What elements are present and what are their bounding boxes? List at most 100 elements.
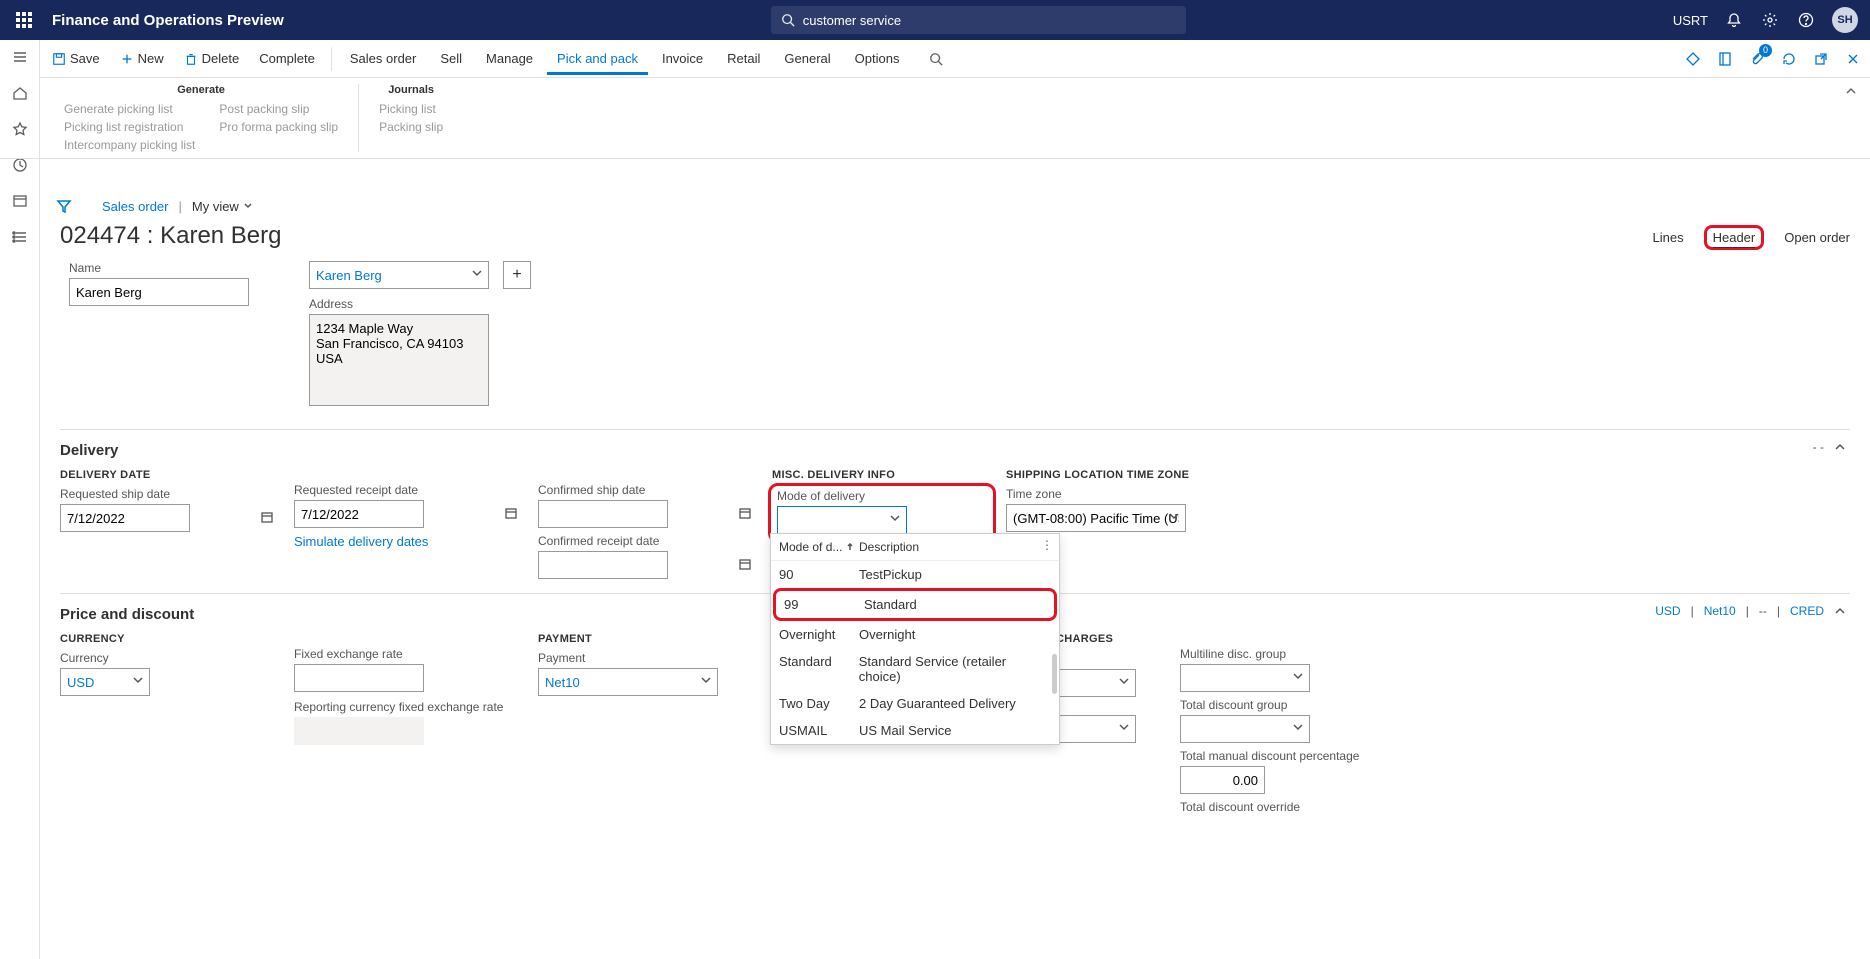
multiline-disc-label: Multiline disc. group (1180, 647, 1400, 661)
workspace-icon[interactable] (11, 192, 29, 210)
calendar-icon[interactable] (738, 557, 752, 571)
popout-icon[interactable] (1812, 50, 1830, 68)
summary-cred: CRED (1790, 604, 1824, 618)
timezone-label: Time zone (1006, 487, 1226, 501)
confirmed-ship-date-label: Confirmed ship date (538, 483, 758, 497)
global-search[interactable] (771, 6, 1186, 34)
currency-label: Currency (60, 651, 280, 665)
ribbon-journal-packing-slip[interactable]: Packing slip (379, 120, 443, 134)
payment-input[interactable] (538, 668, 718, 696)
diamond-icon[interactable] (1684, 50, 1702, 68)
tab-general[interactable]: General (774, 42, 840, 75)
simulate-delivery-dates-link[interactable]: Simulate delivery dates (294, 534, 524, 549)
view-tab-header[interactable]: Header (1713, 230, 1756, 248)
ribbon-collapse-icon[interactable] (1844, 84, 1858, 98)
mode-of-delivery-label: Mode of delivery (777, 489, 987, 503)
currency-head: CURRENCY (60, 633, 280, 645)
tab-retail[interactable]: Retail (717, 42, 770, 75)
tab-options[interactable]: Options (845, 42, 910, 75)
actionbar-search-icon[interactable] (921, 48, 951, 70)
attachment-icon[interactable]: 0 (1748, 50, 1766, 68)
timezone-input[interactable] (1006, 504, 1186, 532)
ribbon-intercompany-picking-list[interactable]: Intercompany picking list (64, 138, 195, 152)
dropdown-more-icon[interactable]: ⋮ (1041, 538, 1053, 552)
manual-disc-label: Total manual discount percentage (1180, 749, 1400, 763)
complete-button[interactable]: Complete (251, 47, 323, 70)
ribbon-pro-forma-packing-slip[interactable]: Pro forma packing slip (219, 120, 338, 134)
notification-bell-icon[interactable] (1724, 10, 1744, 30)
app-launcher-icon[interactable] (8, 4, 40, 36)
confirmed-ship-date-input[interactable] (538, 500, 668, 528)
multiline-disc-input[interactable] (1180, 664, 1310, 692)
filter-funnel-icon[interactable] (56, 198, 72, 214)
dropdown-col-description[interactable]: Description (859, 540, 919, 554)
view-tab-open-order[interactable]: Open order (1784, 230, 1850, 245)
misc-delivery-head: MISC. DELIVERY INFO (772, 469, 992, 481)
highlight-header-tab: Header (1704, 225, 1765, 250)
ribbon-journal-picking-list[interactable]: Picking list (379, 102, 443, 116)
confirmed-receipt-date-input[interactable] (538, 551, 668, 579)
delivery-date-head: DELIVERY DATE (60, 469, 280, 481)
view-tab-lines[interactable]: Lines (1653, 230, 1684, 245)
requested-receipt-date-input[interactable] (294, 500, 424, 528)
breadcrumb-my-view[interactable]: My view (192, 199, 253, 214)
refresh-icon[interactable] (1780, 50, 1798, 68)
requested-ship-date-input[interactable] (60, 504, 190, 532)
new-button[interactable]: New (112, 47, 172, 70)
payment-label: Payment (538, 651, 758, 665)
manual-disc-input[interactable] (1180, 766, 1265, 794)
search-input[interactable] (803, 13, 1176, 28)
mode-of-delivery-input[interactable] (777, 506, 907, 534)
dropdown-scrollbar[interactable] (1052, 654, 1057, 694)
ribbon-picking-list-registration[interactable]: Picking list registration (64, 120, 195, 134)
dropdown-row[interactable]: OvernightOvernight (771, 621, 1059, 648)
address-textarea[interactable] (309, 314, 489, 406)
delivery-address-select[interactable] (309, 261, 489, 289)
help-icon[interactable] (1796, 10, 1816, 30)
dropdown-row[interactable]: StandardStandard Service (retailer choic… (771, 648, 1059, 690)
close-x-icon[interactable] (1844, 50, 1862, 68)
save-button[interactable]: Save (44, 47, 108, 70)
calendar-icon[interactable] (738, 506, 752, 520)
delete-button[interactable]: Delete (176, 47, 248, 70)
ribbon-generate-picking-list[interactable]: Generate picking list (64, 102, 195, 116)
settings-gear-icon[interactable] (1760, 10, 1780, 30)
user-avatar[interactable]: SH (1832, 7, 1858, 33)
search-icon (781, 13, 795, 27)
tab-pick-and-pack[interactable]: Pick and pack (547, 42, 648, 75)
currency-input[interactable] (60, 668, 150, 696)
modules-list-icon[interactable] (11, 228, 29, 246)
delete-label: Delete (202, 51, 240, 66)
dropdown-row[interactable]: 90TestPickup (771, 561, 1059, 588)
hamburger-icon[interactable] (11, 48, 29, 66)
ribbon-post-packing-slip[interactable]: Post packing slip (219, 102, 338, 116)
mode-of-delivery-dropdown[interactable]: Mode of d... Description ⋮ 90TestPickup … (770, 533, 1060, 745)
section-collapse-icon[interactable] (1834, 605, 1846, 617)
tab-invoice[interactable]: Invoice (652, 42, 713, 75)
dropdown-row[interactable]: Two Day2 Day Guaranteed Delivery (771, 690, 1059, 717)
total-disc-group-input[interactable] (1180, 715, 1310, 743)
calendar-icon[interactable] (504, 506, 518, 520)
requested-receipt-date-label: Requested receipt date (294, 483, 524, 497)
book-icon[interactable] (1716, 50, 1734, 68)
breadcrumb-sales-order[interactable]: Sales order (102, 199, 168, 214)
tab-sales-order[interactable]: Sales order (340, 42, 426, 75)
save-label: Save (70, 51, 100, 66)
name-input[interactable] (69, 278, 249, 306)
app-title: Finance and Operations Preview (52, 12, 284, 29)
page-title: 024474 : Karen Berg (60, 222, 282, 250)
ribbon-group-generate: Generate (64, 84, 338, 96)
tab-sell[interactable]: Sell (430, 42, 472, 75)
reporting-rate-input (294, 717, 424, 745)
dropdown-row[interactable]: USMAILUS Mail Service (771, 717, 1059, 744)
tab-manage[interactable]: Manage (476, 42, 543, 75)
user-code[interactable]: USRT (1673, 10, 1708, 30)
dropdown-col-mode[interactable]: Mode of d... (779, 540, 859, 554)
add-address-button[interactable]: + (503, 261, 531, 289)
shipping-tz-head: SHIPPING LOCATION TIME ZONE (1006, 469, 1226, 481)
dropdown-row-highlighted[interactable]: 99Standard (776, 591, 1054, 618)
section-delivery-title: Delivery (60, 442, 1850, 459)
fixed-exchange-rate-input[interactable] (294, 664, 424, 692)
calendar-icon[interactable] (260, 510, 274, 524)
section-collapse-icon[interactable] (1834, 441, 1846, 453)
